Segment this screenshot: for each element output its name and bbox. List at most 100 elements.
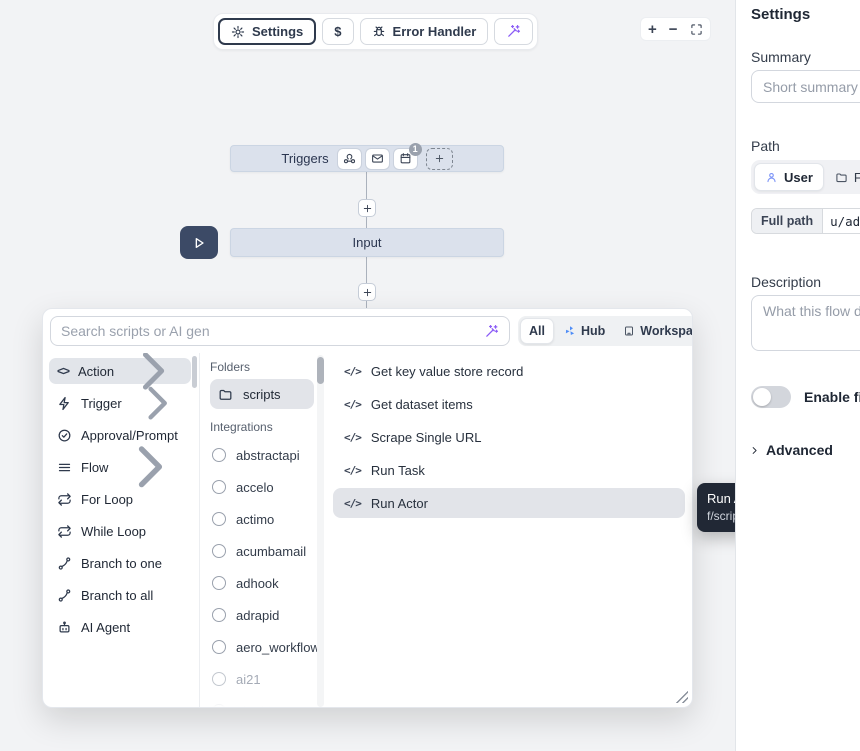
filter-workspace-label: Workspace	[640, 324, 693, 338]
plus-icon	[434, 153, 445, 164]
run-flow-button[interactable]	[180, 226, 218, 259]
folder-icon	[835, 171, 848, 184]
category-list: <> Action Trigger Approval/Prompt Flow	[43, 353, 200, 707]
summary-input[interactable]	[751, 70, 860, 103]
insert-step-button[interactable]	[358, 199, 376, 217]
app-logo-placeholder	[212, 544, 226, 558]
app-logo-placeholder	[212, 576, 226, 590]
app-logo-placeholder	[212, 672, 226, 686]
chevron-right-icon	[117, 434, 183, 500]
app-logo-placeholder	[212, 512, 226, 526]
scrollbar-thumb[interactable]	[317, 357, 324, 384]
chevron-right-icon	[749, 445, 760, 456]
category-while-loop[interactable]: While Loop	[49, 518, 191, 544]
category-ai-agent[interactable]: AI Agent	[49, 614, 191, 640]
code-icon: </>	[344, 398, 361, 411]
ai-generate-icon[interactable]	[484, 324, 499, 339]
integration-item[interactable]: adhook	[210, 567, 314, 599]
category-flow[interactable]: Flow	[49, 454, 191, 480]
workspace-icon	[623, 325, 635, 337]
tab-user[interactable]: User	[754, 163, 824, 191]
integration-item[interactable]: abstractapi	[210, 439, 314, 471]
script-item[interactable]: </>Get key value store record	[333, 356, 685, 386]
script-item-run-actor[interactable]: </>Run Actor	[333, 488, 685, 518]
fit-view-button[interactable]	[690, 23, 703, 36]
integration-item[interactable]: actimo	[210, 503, 314, 535]
gear-icon	[231, 25, 245, 39]
enable-toggle[interactable]	[751, 386, 791, 408]
description-label: Description	[751, 274, 821, 290]
filter-hub[interactable]: Hub	[556, 318, 613, 344]
email-trigger-button[interactable]	[366, 149, 389, 169]
top-toolbar: Settings $ Error Handler	[213, 13, 538, 50]
filter-workspace[interactable]: Workspace	[615, 318, 693, 344]
search-input[interactable]	[61, 323, 476, 339]
plus-icon	[362, 203, 373, 214]
path-label: Path	[751, 138, 780, 154]
connector-line	[366, 217, 367, 228]
integration-item[interactable]: airtable	[210, 695, 314, 707]
code-icon: </>	[344, 431, 361, 444]
scrollbar-thumb[interactable]	[192, 356, 197, 388]
repeat-icon	[57, 492, 72, 507]
toggle-knob	[753, 388, 771, 406]
summary-label: Summary	[751, 49, 811, 65]
input-node[interactable]: Input	[230, 228, 504, 257]
filter-hub-label: Hub	[581, 324, 605, 338]
repeat-icon	[57, 524, 72, 539]
triggers-node[interactable]: Triggers 1	[230, 145, 504, 172]
description-textarea[interactable]	[751, 295, 860, 351]
script-item[interactable]: </>Scrape Single URL	[333, 422, 685, 452]
folder-scripts[interactable]: scripts	[210, 379, 314, 409]
modal-body: <> Action Trigger Approval/Prompt Flow	[43, 353, 692, 707]
schedule-trigger-button[interactable]: 1	[394, 149, 417, 169]
category-branch-to-all[interactable]: Branch to all	[49, 582, 191, 608]
connector-line	[366, 172, 367, 199]
category-branch-to-one[interactable]: Branch to one	[49, 550, 191, 576]
settings-button[interactable]: Settings	[218, 18, 316, 45]
play-icon	[191, 235, 207, 251]
integration-item[interactable]: accelo	[210, 471, 314, 503]
plus-icon	[362, 287, 373, 298]
app-logo-placeholder	[212, 640, 226, 654]
full-path-value[interactable]: u/admin	[823, 209, 860, 233]
app-logo-placeholder	[212, 608, 226, 622]
webhook-trigger-button[interactable]	[338, 149, 361, 169]
integration-item[interactable]: aero_workflow	[210, 631, 314, 663]
scrollbar-track[interactable]	[317, 355, 324, 707]
tab-folder[interactable]: Folder	[829, 170, 860, 185]
category-trigger[interactable]: Trigger	[49, 390, 191, 416]
app-logo-placeholder	[212, 704, 226, 707]
maximize-icon	[690, 23, 703, 36]
integration-item[interactable]: acumbamail	[210, 535, 314, 567]
integration-item[interactable]: adrapid	[210, 599, 314, 631]
code-icon: <>	[57, 364, 69, 378]
path-owner-tabs: User Folder	[751, 160, 860, 194]
chevron-right-icon	[131, 377, 183, 429]
hub-icon	[564, 325, 576, 337]
error-handler-button[interactable]: Error Handler	[360, 18, 489, 45]
check-circle-icon	[57, 428, 72, 443]
folders-header: Folders	[210, 360, 314, 374]
source-filter-group: All Hub Workspace	[518, 316, 693, 346]
zap-icon	[57, 396, 72, 411]
ai-wand-button[interactable]	[494, 18, 533, 45]
pricing-button[interactable]: $	[322, 18, 353, 45]
filter-all[interactable]: All	[520, 318, 554, 344]
dollar-icon: $	[334, 24, 341, 39]
lines-icon	[57, 460, 72, 475]
schedule-count-badge: 1	[409, 143, 422, 156]
script-item[interactable]: </>Get dataset items	[333, 389, 685, 419]
zoom-in-button[interactable]: +	[648, 22, 657, 37]
add-trigger-button[interactable]	[426, 148, 453, 170]
script-item[interactable]: </>Run Task	[333, 455, 685, 485]
wand-icon	[506, 24, 521, 39]
full-path-row: Full path u/admin	[751, 208, 860, 234]
advanced-section-toggle[interactable]: Advanced	[749, 442, 833, 458]
code-icon: </>	[344, 365, 361, 378]
zoom-out-button[interactable]: −	[669, 22, 678, 37]
search-box	[50, 316, 510, 346]
app-logo-placeholder	[212, 480, 226, 494]
insert-step-button[interactable]	[358, 283, 376, 301]
integration-item[interactable]: ai21	[210, 663, 314, 695]
